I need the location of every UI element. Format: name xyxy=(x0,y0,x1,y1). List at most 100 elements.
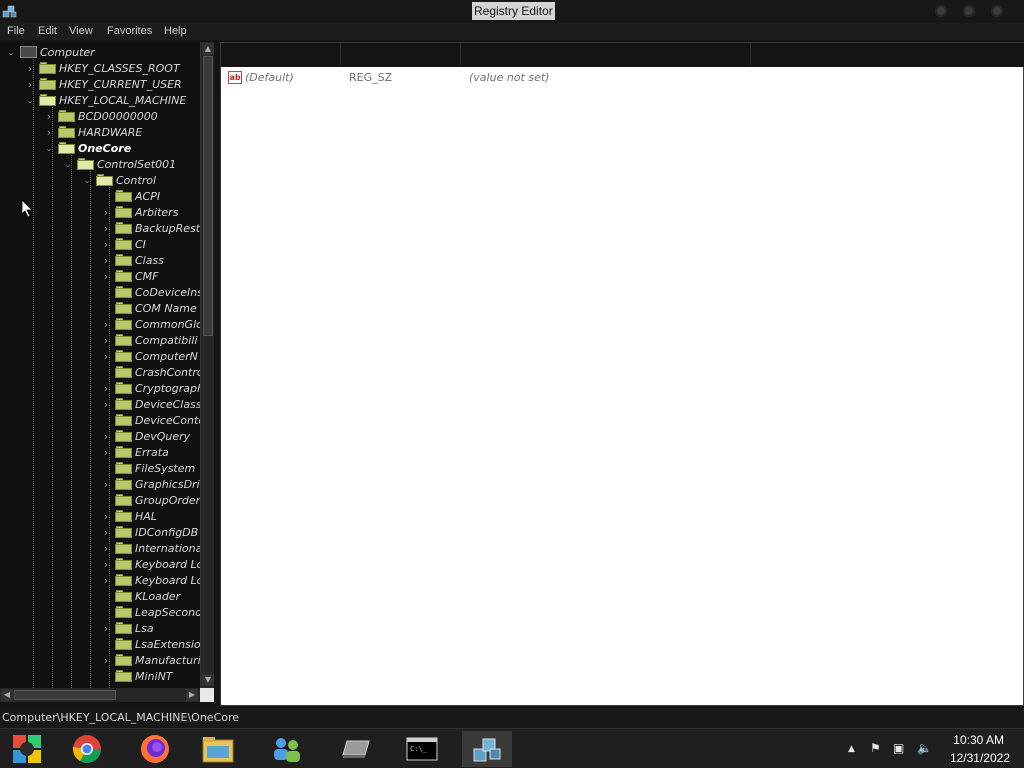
tree-node[interactable]: › HARDWARE xyxy=(44,124,143,140)
column-name-header[interactable] xyxy=(221,43,341,67)
tree-node[interactable]: › Keyboard Lo xyxy=(101,572,200,588)
title-bar[interactable]: Registry Editor xyxy=(0,0,1024,23)
chevron-up-icon[interactable]: ▲ xyxy=(848,744,855,754)
tree-node[interactable]: › DevQuery xyxy=(101,428,190,444)
chrome-button[interactable] xyxy=(62,731,112,767)
tree-node[interactable]: › BCD00000000 xyxy=(44,108,158,124)
collapse-arrow-icon[interactable]: ⌄ xyxy=(6,44,16,60)
firefox-button[interactable] xyxy=(130,731,180,767)
tree-node[interactable]: LsaExtensio xyxy=(101,636,200,652)
tree-node[interactable]: DeviceConte xyxy=(101,412,200,428)
expand-arrow-icon[interactable]: › xyxy=(101,380,111,396)
flag-icon[interactable]: ⚑ xyxy=(870,741,881,755)
tree-node[interactable]: ⌄ OneCore xyxy=(44,140,132,156)
tree-node[interactable]: CoDeviceIns xyxy=(101,284,200,300)
tree-hscroll-thumb[interactable] xyxy=(14,690,116,700)
drive-button[interactable] xyxy=(331,731,381,767)
expand-arrow-icon[interactable]: › xyxy=(101,252,111,268)
value-row[interactable]: ab (Default) REG_SZ (value not set) xyxy=(221,69,1024,87)
tree-node[interactable]: CrashContro xyxy=(101,364,200,380)
start-button[interactable] xyxy=(2,731,52,767)
tree-node[interactable]: › Lsa xyxy=(101,620,154,636)
expand-arrow-icon[interactable]: › xyxy=(101,540,111,556)
tree-node[interactable]: › HAL xyxy=(101,508,157,524)
expand-arrow-icon[interactable]: › xyxy=(101,204,111,220)
tree-node[interactable]: ⌄ Control xyxy=(82,172,156,188)
regedit-app-icon[interactable] xyxy=(2,3,18,19)
tree-node[interactable]: › IDConfigDB xyxy=(101,524,198,540)
minimize-button[interactable] xyxy=(935,5,947,17)
expand-arrow-icon[interactable]: › xyxy=(101,524,111,540)
tree-node[interactable]: › DeviceClass xyxy=(101,396,200,412)
scroll-down-arrow-icon[interactable]: ▼ xyxy=(202,674,214,686)
menu-file[interactable]: File xyxy=(7,25,25,37)
expand-arrow-icon[interactable]: › xyxy=(101,620,111,636)
tree-node[interactable]: ⌄ ControlSet001 xyxy=(63,156,176,172)
tree-horizontal-scrollbar[interactable]: ◀ ▶ xyxy=(0,688,200,702)
people-button[interactable] xyxy=(262,731,312,767)
expand-arrow-icon[interactable]: › xyxy=(101,428,111,444)
expand-arrow-icon[interactable]: › xyxy=(101,476,111,492)
tree-node[interactable]: › GraphicsDri xyxy=(101,476,200,492)
tree-node[interactable]: › BackupResto xyxy=(101,220,200,236)
tree-node[interactable]: › Class xyxy=(101,252,164,268)
tree-node[interactable]: › Internationa xyxy=(101,540,200,556)
tree-node[interactable]: › HKEY_CURRENT_USER xyxy=(25,76,182,92)
regedit-taskbar-button[interactable] xyxy=(462,731,512,767)
expand-arrow-icon[interactable]: › xyxy=(44,124,54,140)
clock-time[interactable]: 10:30 AM xyxy=(953,733,1004,747)
expand-arrow-icon[interactable]: › xyxy=(101,396,111,412)
close-button[interactable] xyxy=(991,5,1003,17)
tree-node[interactable]: › Errata xyxy=(101,444,169,460)
expand-arrow-icon[interactable]: › xyxy=(101,652,111,668)
tree-node[interactable]: FileSystem xyxy=(101,460,195,476)
file-explorer-button[interactable] xyxy=(193,731,243,767)
tree-node[interactable]: COM Name xyxy=(101,300,197,316)
scroll-right-arrow-icon[interactable]: ▶ xyxy=(186,689,198,701)
expand-arrow-icon[interactable]: › xyxy=(101,220,111,236)
values-pane[interactable]: ab (Default) REG_SZ (value not set) xyxy=(220,42,1024,706)
tree-node[interactable]: ACPI xyxy=(101,188,160,204)
tree-node[interactable]: › CMF xyxy=(101,268,159,284)
tree-node[interactable]: › Compatibili xyxy=(101,332,198,348)
menu-edit[interactable]: Edit xyxy=(38,25,57,37)
registry-tree[interactable]: ⌄ Computer › HKEY_CLASSES_ROOT › HKEY_CURRENT… xyxy=(0,42,200,688)
expand-arrow-icon[interactable]: › xyxy=(101,316,111,332)
tree-node[interactable]: › Cryptograph xyxy=(101,380,200,396)
tree-node[interactable]: GroupOrder xyxy=(101,492,200,508)
menu-help[interactable]: Help xyxy=(164,25,187,37)
tree-node[interactable]: › Arbiters xyxy=(101,204,179,220)
terminal-button[interactable]: C:\_ xyxy=(397,731,447,767)
tree-node[interactable]: ⌄ Computer xyxy=(6,44,95,60)
maximize-button[interactable] xyxy=(963,5,975,17)
expand-arrow-icon[interactable]: › xyxy=(44,108,54,124)
menu-favorites[interactable]: Favorites xyxy=(107,25,152,37)
menu-view[interactable]: View xyxy=(69,25,93,37)
expand-arrow-icon[interactable]: › xyxy=(101,236,111,252)
scroll-up-arrow-icon[interactable]: ▲ xyxy=(202,43,214,55)
volume-icon[interactable]: 🔈 xyxy=(917,741,932,755)
tree-vertical-scrollbar[interactable]: ▲ ▼ xyxy=(200,42,214,688)
clock-date[interactable]: 12/31/2022 xyxy=(950,751,1010,765)
tree-scroll-thumb[interactable] xyxy=(203,56,213,336)
tree-node[interactable]: › Keyboard Lo xyxy=(101,556,200,572)
collapse-arrow-icon[interactable]: ⌄ xyxy=(63,156,73,172)
tree-node[interactable]: › CommonGlo xyxy=(101,316,200,332)
collapse-arrow-icon[interactable]: ⌄ xyxy=(25,92,35,108)
column-data-header[interactable] xyxy=(461,43,751,67)
collapse-arrow-icon[interactable]: ⌄ xyxy=(44,140,54,156)
tree-node[interactable]: › Manufacturi xyxy=(101,652,200,668)
tree-node[interactable]: KLoader xyxy=(101,588,180,604)
expand-arrow-icon[interactable]: › xyxy=(101,332,111,348)
expand-arrow-icon[interactable]: › xyxy=(101,572,111,588)
tree-node[interactable]: ⌄ HKEY_LOCAL_MACHINE xyxy=(25,92,187,108)
tree-node[interactable]: MiniNT xyxy=(101,668,173,684)
expand-arrow-icon[interactable]: › xyxy=(25,76,35,92)
network-icon[interactable]: ▣ xyxy=(893,741,904,755)
column-type-header[interactable] xyxy=(341,43,461,67)
expand-arrow-icon[interactable]: › xyxy=(101,268,111,284)
tree-node[interactable]: › CI xyxy=(101,236,146,252)
collapse-arrow-icon[interactable]: ⌄ xyxy=(82,172,92,188)
expand-arrow-icon[interactable]: › xyxy=(25,60,35,76)
tree-node[interactable]: › ComputerN xyxy=(101,348,198,364)
